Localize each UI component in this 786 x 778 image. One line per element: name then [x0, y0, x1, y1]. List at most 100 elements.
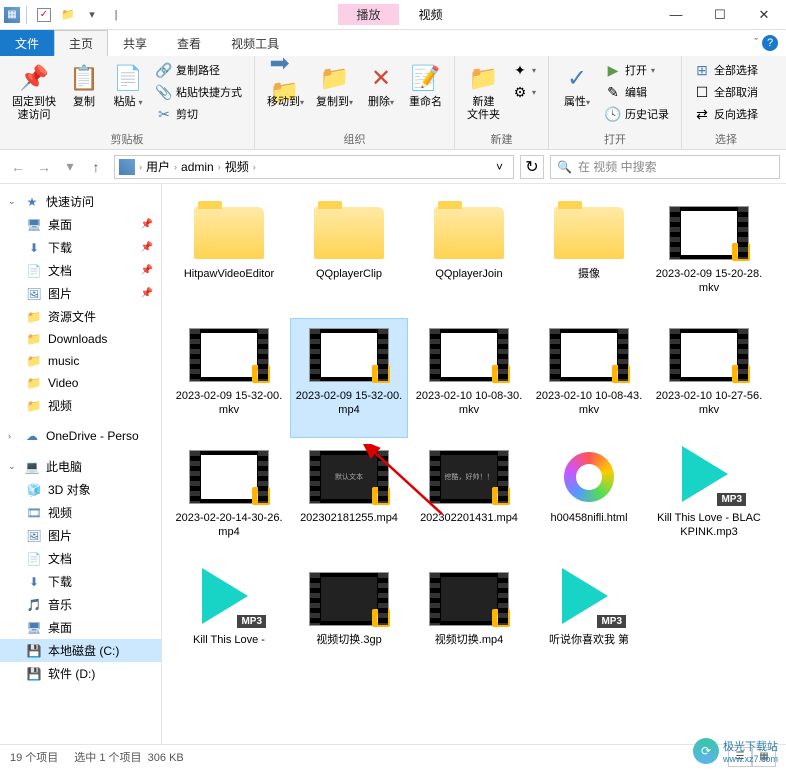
- group-label-organize: 组织: [263, 129, 446, 147]
- invert-selection-button[interactable]: ⇄反向选择: [690, 104, 762, 124]
- file-item[interactable]: h00458nifli.html: [530, 440, 648, 560]
- delete-button[interactable]: ✕ 删除▾: [361, 60, 401, 111]
- chevron-down-icon[interactable]: ⌄: [8, 461, 18, 472]
- sidebar-item-3d[interactable]: 🧊3D 对象: [0, 478, 161, 501]
- file-label: 2023-02-10 10-27-56.mkv: [655, 389, 763, 417]
- help-icon[interactable]: ?: [762, 35, 778, 51]
- sidebar-item-pictures[interactable]: 🖼图片📌: [0, 282, 161, 305]
- breadcrumb-seg[interactable]: 视频: [221, 158, 253, 175]
- file-label: QQplayerClip: [316, 267, 382, 281]
- copy-path-button[interactable]: 🔗复制路径: [152, 60, 246, 80]
- file-item[interactable]: ▶视频切换.3gp: [290, 562, 408, 682]
- sidebar-item-pc-documents[interactable]: 📄文档: [0, 547, 161, 570]
- nav-forward-icon[interactable]: →: [32, 155, 56, 179]
- video-thumb-icon: ▶: [429, 572, 509, 626]
- cut-button[interactable]: ✂剪切: [152, 104, 246, 124]
- file-item[interactable]: ▶2023-02-10 10-27-56.mkv: [650, 318, 768, 438]
- new-item-button[interactable]: ✦▾: [508, 60, 540, 80]
- move-to-button[interactable]: ➡📁 移动到▾: [263, 60, 308, 111]
- tab-home[interactable]: 主页: [54, 30, 108, 56]
- sidebar-item-pc-videos[interactable]: 🎞视频: [0, 501, 161, 524]
- sidebar-item-videos[interactable]: 📁视频: [0, 394, 161, 417]
- minimize-button[interactable]: —: [654, 1, 698, 29]
- file-item[interactable]: ▶视频切换.mp4: [410, 562, 528, 682]
- file-pane[interactable]: HitpawVideoEditor QQplayerClip QQplayerJoi…: [162, 184, 786, 744]
- cube-icon: 🧊: [26, 482, 42, 498]
- file-item[interactable]: ▶2023-02-09 15-32-00.mp4: [290, 318, 408, 438]
- breadcrumb-dropdown-icon[interactable]: ˅: [490, 160, 509, 174]
- sidebar-item-desktop[interactable]: 🖥桌面📌: [0, 213, 161, 236]
- breadcrumb[interactable]: › 用户 › admin › 视频 › ˅: [114, 155, 514, 179]
- search-input[interactable]: 🔍 在 视频 中搜索: [550, 155, 780, 179]
- address-bar: ← → ▾ ↑ › 用户 › admin › 视频 › ˅ ↻ 🔍 在 视频 中…: [0, 150, 786, 184]
- file-item[interactable]: ▶2023-02-20-14-30-26.mp4: [170, 440, 288, 560]
- breadcrumb-icon: [119, 159, 135, 175]
- nav-back-icon[interactable]: ←: [6, 155, 30, 179]
- play-badge-icon: ▶: [372, 609, 390, 627]
- new-folder-button[interactable]: 📁 新建 文件夹: [463, 60, 504, 124]
- qa-checkbox[interactable]: ✓: [33, 4, 55, 26]
- file-item[interactable]: MP3Kill This Love -: [170, 562, 288, 682]
- paste-shortcut-button[interactable]: 📎粘贴快捷方式: [152, 82, 246, 102]
- select-none-button[interactable]: ☐全部取消: [690, 82, 762, 102]
- tab-view[interactable]: 查看: [162, 30, 216, 56]
- sidebar-onedrive[interactable]: ›☁OneDrive - Perso: [0, 425, 161, 447]
- file-item[interactable]: HitpawVideoEditor: [170, 196, 288, 316]
- sidebar-this-pc[interactable]: ⌄💻此电脑: [0, 455, 161, 478]
- edit-button[interactable]: ✎编辑: [601, 82, 673, 102]
- file-item[interactable]: ▶2023-02-10 10-08-43.mkv: [530, 318, 648, 438]
- tab-file[interactable]: 文件: [0, 30, 54, 56]
- file-item[interactable]: ▶2023-02-10 10-08-30.mkv: [410, 318, 528, 438]
- sidebar-item-pc-desktop[interactable]: 🖥桌面: [0, 616, 161, 639]
- copy-to-button[interactable]: 📁 复制到▾: [312, 60, 357, 111]
- file-item[interactable]: 摄像: [530, 196, 648, 316]
- history-button[interactable]: 🕓历史记录: [601, 104, 673, 124]
- file-label: Kill This Love - BLACKPINK.mp3: [655, 511, 763, 539]
- sidebar-item-pc-pictures[interactable]: 🖼图片: [0, 524, 161, 547]
- rename-button[interactable]: 📝 重命名: [405, 60, 446, 111]
- sidebar-item-downloads[interactable]: ⬇下载📌: [0, 236, 161, 259]
- nav-up-icon[interactable]: ↑: [84, 155, 108, 179]
- file-item[interactable]: 默认文本▶202302181255.mp4: [290, 440, 408, 560]
- file-thumbnail: [309, 203, 389, 263]
- refresh-button[interactable]: ↻: [520, 155, 544, 179]
- close-button[interactable]: ✕: [742, 1, 786, 29]
- tab-share[interactable]: 共享: [108, 30, 162, 56]
- nav-recent-icon[interactable]: ▾: [58, 155, 82, 179]
- file-item[interactable]: ▶2023-02-09 15-20-28.mkv: [650, 196, 768, 316]
- easy-access-button[interactable]: ⚙▾: [508, 82, 540, 102]
- sidebar-item-downloads-en[interactable]: 📁Downloads: [0, 328, 161, 350]
- group-label-open: 打开: [557, 129, 673, 147]
- contextual-tab-play[interactable]: 播放: [338, 4, 398, 25]
- sidebar-quick-access[interactable]: ⌄ ★ 快速访问: [0, 190, 161, 213]
- file-item[interactable]: MP3Kill This Love - BLACKPINK.mp3: [650, 440, 768, 560]
- pin-button[interactable]: 📌 固定到快 速访问: [8, 60, 60, 124]
- copy-button[interactable]: 📋 复制: [64, 60, 104, 111]
- open-button[interactable]: ▶打开▾: [601, 60, 673, 80]
- select-all-button[interactable]: ⊞全部选择: [690, 60, 762, 80]
- sidebar-item-pc-music[interactable]: 🎵音乐: [0, 593, 161, 616]
- file-item[interactable]: MP3听说你喜欢我 第: [530, 562, 648, 682]
- ribbon-collapse-icon[interactable]: ˇ: [754, 37, 758, 49]
- newitem-icon: ✦: [512, 62, 528, 78]
- file-item[interactable]: 挖酷，好帅！！▶202302201431.mp4: [410, 440, 528, 560]
- sidebar-item-video-en[interactable]: 📁Video: [0, 372, 161, 394]
- breadcrumb-seg[interactable]: admin: [177, 160, 218, 174]
- sidebar-item-music-en[interactable]: 📁music: [0, 350, 161, 372]
- file-item[interactable]: QQplayerClip: [290, 196, 408, 316]
- file-item[interactable]: QQplayerJoin: [410, 196, 528, 316]
- file-item[interactable]: ▶2023-02-09 15-32-00.mkv: [170, 318, 288, 438]
- chevron-down-icon[interactable]: ⌄: [8, 196, 18, 207]
- qa-folder-icon[interactable]: 📁: [57, 4, 79, 26]
- maximize-button[interactable]: ☐: [698, 1, 742, 29]
- sidebar-item-pc-downloads[interactable]: ⬇下载: [0, 570, 161, 593]
- sidebar-item-drive-d[interactable]: 💾软件 (D:): [0, 662, 161, 685]
- sidebar-item-resources[interactable]: 📁资源文件: [0, 305, 161, 328]
- paste-button[interactable]: 📄 粘贴 ▾: [108, 60, 148, 111]
- mp3-icon: MP3: [192, 568, 266, 630]
- breadcrumb-seg[interactable]: 用户: [142, 158, 174, 175]
- sidebar-item-drive-c[interactable]: 💾本地磁盘 (C:): [0, 639, 161, 662]
- properties-button[interactable]: ✓ 属性▾: [557, 60, 597, 111]
- qa-dropdown[interactable]: ▾: [81, 4, 103, 26]
- sidebar-item-documents[interactable]: 📄文档📌: [0, 259, 161, 282]
